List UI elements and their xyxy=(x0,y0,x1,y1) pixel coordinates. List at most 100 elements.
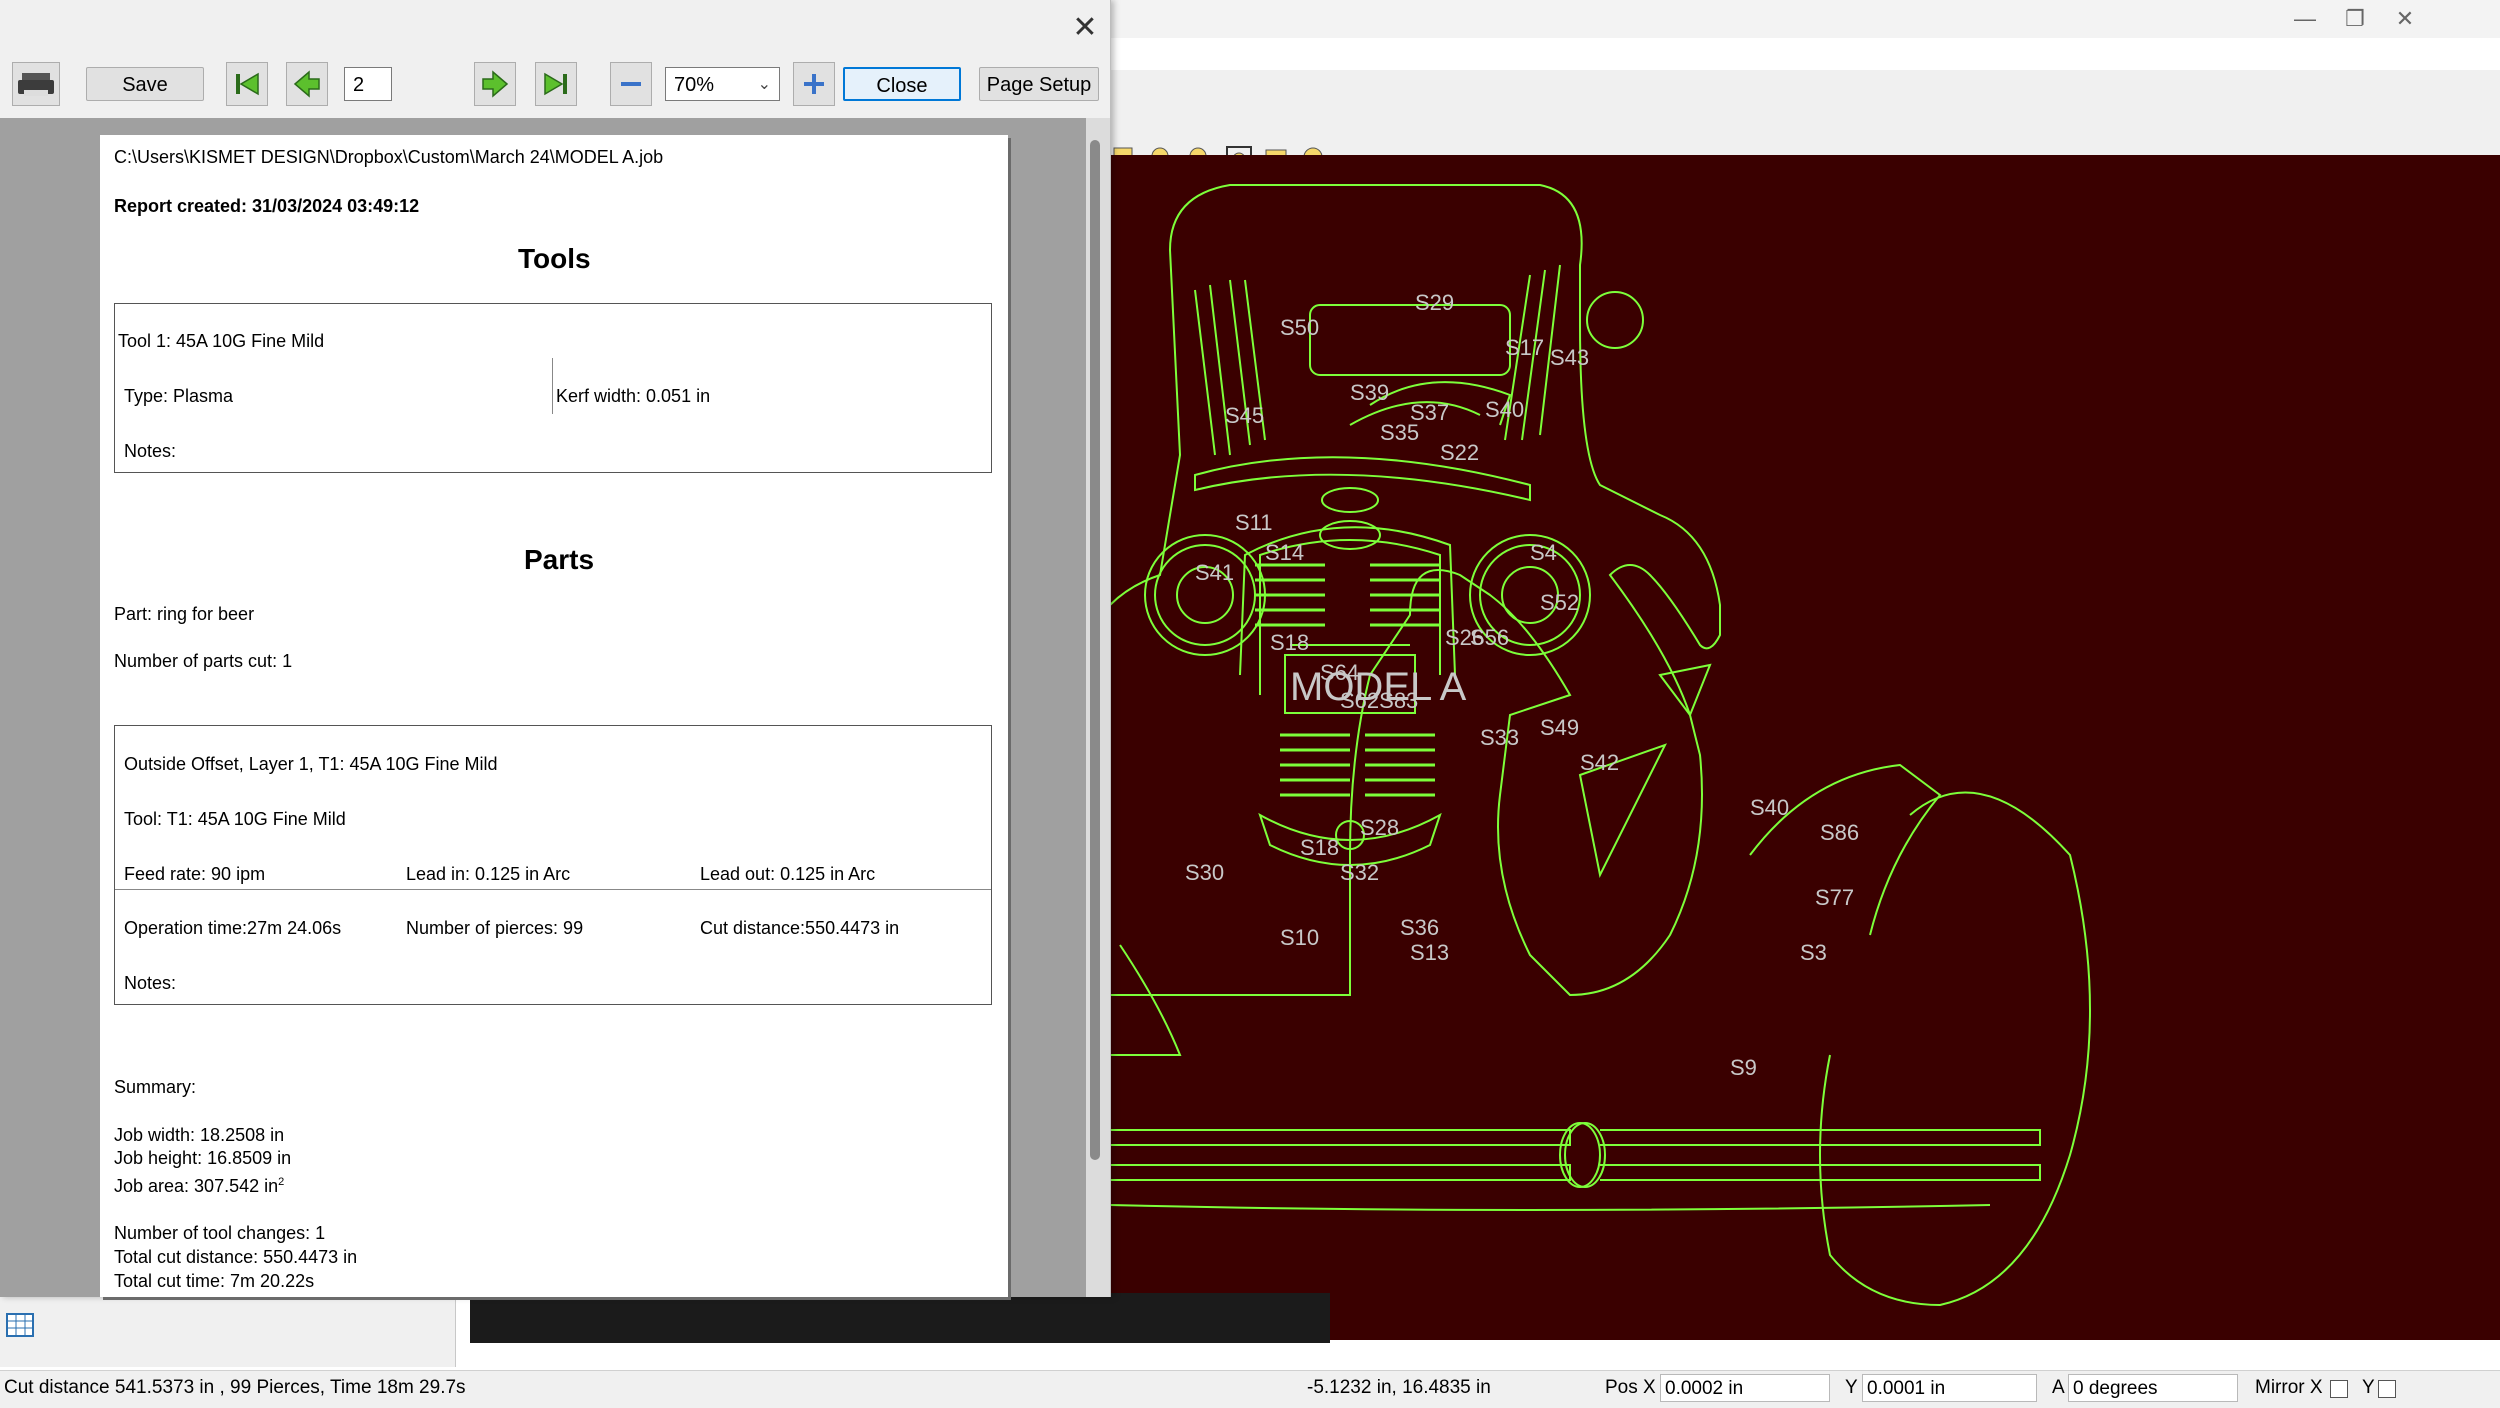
minimize-icon[interactable]: — xyxy=(2280,4,2330,34)
table-view-icon[interactable] xyxy=(6,1313,34,1337)
cursor-position: -5.1232 in, 16.4835 in xyxy=(1307,1377,1491,1398)
svg-text:S28: S28 xyxy=(1360,815,1399,840)
preview-scrollbar-thumb[interactable] xyxy=(1090,140,1100,1160)
svg-text:S22: S22 xyxy=(1440,440,1479,465)
status-summary: Cut distance 541.5373 in , 99 Pierces, T… xyxy=(4,1377,466,1398)
drawing-canvas[interactable]: S50 S29 S17 S43 S45 S39 S37 S40 S11 S35 … xyxy=(1100,155,2500,1340)
cut-distance: Cut distance:550.4473 in xyxy=(700,918,900,938)
mirror-x-checkbox[interactable] xyxy=(2330,1380,2348,1398)
angle-field[interactable]: 0 degrees xyxy=(2068,1374,2238,1402)
next-page-button[interactable] xyxy=(474,62,516,106)
angle-label: A xyxy=(2052,1377,2065,1398)
job-width: Job width: 18.2508 in xyxy=(114,1125,285,1145)
mirror-x-label: Mirror X xyxy=(2255,1377,2323,1398)
zoom-in-button[interactable] xyxy=(793,62,835,106)
cut-path-drawing: S50 S29 S17 S43 S45 S39 S37 S40 S11 S35 … xyxy=(1100,184,2091,1307)
total-cut-distance: Total cut distance: 550.4473 in xyxy=(114,1247,358,1267)
last-page-button[interactable] xyxy=(535,62,577,106)
operation-notes: Notes: xyxy=(124,973,177,993)
report-created: Report created: 31/03/2024 03:49:12 xyxy=(114,196,420,216)
job-area-unit-exponent: 2 xyxy=(278,1176,285,1188)
svg-text:S9: S9 xyxy=(1730,1055,1757,1080)
svg-text:S3: S3 xyxy=(1800,940,1827,965)
tool-changes: Number of tool changes: 1 xyxy=(114,1223,326,1243)
pos-x-label: Pos X xyxy=(1605,1377,1656,1398)
svg-text:S13: S13 xyxy=(1410,940,1449,965)
pos-x-field[interactable]: 0.0002 in xyxy=(1660,1374,1830,1402)
tools-heading: Tools xyxy=(518,243,591,274)
operation-tool: Tool: T1: 45A 10G Fine Mild xyxy=(124,809,346,829)
svg-text:S18: S18 xyxy=(1300,835,1339,860)
svg-text:S11: S11 xyxy=(1235,510,1273,535)
operation-time: Operation time:27m 24.06s xyxy=(124,918,342,938)
svg-text:S10: S10 xyxy=(1280,925,1319,950)
report-file-path: C:\Users\KISMET DESIGN\Dropbox\Custom\Ma… xyxy=(114,147,664,167)
restore-icon[interactable]: ❐ xyxy=(2330,4,2380,34)
part-name: Part: ring for beer xyxy=(114,604,255,624)
side-panel xyxy=(0,1296,456,1367)
chevron-down-icon: ⌄ xyxy=(757,76,771,93)
lead-in: Lead in: 0.125 in Arc xyxy=(406,864,571,884)
parts-cut: Number of parts cut: 1 xyxy=(114,651,293,671)
status-bar: Cut distance 541.5373 in , 99 Pierces, T… xyxy=(0,1370,2500,1408)
total-cut-time: Total cut time: 7m 20.22s xyxy=(114,1271,315,1291)
zoom-select[interactable]: 70% ⌄ xyxy=(665,67,780,101)
svg-text:S42: S42 xyxy=(1580,750,1619,775)
pos-y-label: Y xyxy=(1845,1377,1858,1398)
print-button[interactable] xyxy=(12,62,60,106)
report-page: C:\Users\KISMET DESIGN\Dropbox\Custom\Ma… xyxy=(100,135,1008,1297)
svg-text:S39: S39 xyxy=(1350,380,1389,405)
svg-text:S14: S14 xyxy=(1265,540,1304,565)
svg-text:S17: S17 xyxy=(1505,335,1544,360)
report-preview-dialog: ✕ Save 2 70% ⌄ Close Page Setup C:\Users… xyxy=(0,0,1111,1297)
minus-icon xyxy=(621,82,641,86)
svg-text:S52: S52 xyxy=(1540,590,1579,615)
first-page-icon xyxy=(236,72,259,96)
svg-text:S50: S50 xyxy=(1280,315,1319,340)
first-page-button[interactable] xyxy=(226,62,268,106)
svg-text:S86: S86 xyxy=(1820,820,1859,845)
svg-text:S4: S4 xyxy=(1530,540,1557,565)
pos-y-field[interactable]: 0.0001 in xyxy=(1862,1374,2037,1402)
svg-text:S35: S35 xyxy=(1380,420,1419,445)
canvas-lower-strip xyxy=(470,1293,1330,1343)
tool-table xyxy=(114,303,992,473)
svg-text:S49: S49 xyxy=(1540,715,1579,740)
last-page-icon xyxy=(544,72,567,96)
close-button[interactable]: Close xyxy=(843,67,961,101)
parts-heading: Parts xyxy=(524,544,595,575)
job-area: Job area: 307.542 in2 xyxy=(114,1176,285,1196)
tool-name: Tool 1: 45A 10G Fine Mild xyxy=(118,331,325,351)
svg-text:S33: S33 xyxy=(1480,725,1519,750)
mirror-y-label: Y xyxy=(2362,1377,2375,1398)
svg-text:S40: S40 xyxy=(1485,397,1524,422)
arrow-right-icon xyxy=(482,70,509,98)
zoom-out-button[interactable] xyxy=(610,62,652,106)
svg-text:S30: S30 xyxy=(1185,860,1224,885)
svg-text:S18: S18 xyxy=(1270,630,1309,655)
page-setup-button[interactable]: Page Setup xyxy=(979,67,1099,101)
zoom-value: 70% xyxy=(674,74,715,96)
pierces: Number of pierces: 99 xyxy=(406,918,584,938)
tool-kerf: Kerf width: 0.051 in xyxy=(556,386,711,406)
tool-notes: Notes: xyxy=(124,441,177,461)
svg-text:S45: S45 xyxy=(1225,403,1264,428)
mirror-y-checkbox[interactable] xyxy=(2378,1380,2396,1398)
svg-text:S36: S36 xyxy=(1400,915,1439,940)
svg-text:S56: S56 xyxy=(1470,625,1509,650)
svg-text:S77: S77 xyxy=(1815,885,1854,910)
page-number-input[interactable]: 2 xyxy=(344,67,392,101)
close-app-icon[interactable]: ✕ xyxy=(2380,4,2430,34)
svg-text:S43: S43 xyxy=(1550,345,1589,370)
arrow-left-icon xyxy=(293,70,320,98)
lead-out: Lead out: 0.125 in Arc xyxy=(700,864,876,884)
app-title-bar: — ❐ ✕ xyxy=(1110,0,2500,38)
app-toolbar xyxy=(1110,70,2500,174)
svg-text:S29: S29 xyxy=(1415,290,1454,315)
app-menu-bar xyxy=(1110,38,2500,71)
previous-page-button[interactable] xyxy=(286,62,328,106)
plus-icon xyxy=(804,74,824,94)
tool-type: Type: Plasma xyxy=(124,386,234,406)
dialog-close-icon[interactable]: ✕ xyxy=(1065,8,1105,48)
save-button[interactable]: Save xyxy=(86,67,204,101)
